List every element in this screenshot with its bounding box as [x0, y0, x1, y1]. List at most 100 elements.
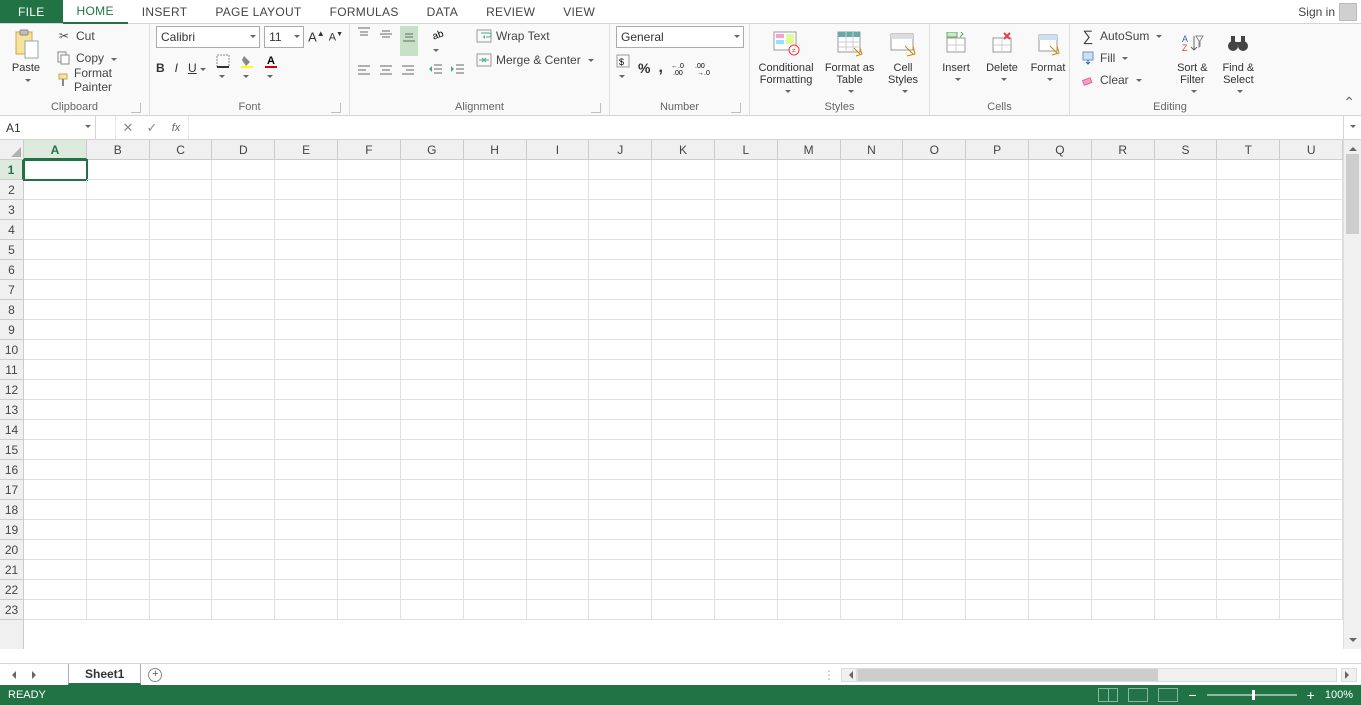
cell[interactable] — [275, 180, 338, 200]
cell[interactable] — [652, 380, 715, 400]
cell[interactable] — [652, 280, 715, 300]
cell[interactable] — [24, 580, 87, 600]
cell[interactable] — [589, 420, 652, 440]
cell[interactable] — [903, 340, 966, 360]
cell[interactable] — [1217, 360, 1280, 380]
column-header[interactable]: C — [150, 140, 213, 159]
cell[interactable] — [527, 300, 590, 320]
cell[interactable] — [150, 540, 213, 560]
enter-formula-button[interactable]: ✓ — [140, 116, 164, 139]
cell[interactable] — [401, 260, 464, 280]
cell[interactable] — [778, 520, 841, 540]
cell[interactable] — [1155, 360, 1218, 380]
cell[interactable] — [338, 520, 401, 540]
orientation-icon[interactable]: ab — [430, 26, 446, 56]
font-launcher[interactable] — [331, 103, 341, 113]
cell[interactable] — [1092, 160, 1155, 180]
align-bottom-icon[interactable] — [400, 26, 418, 56]
cell[interactable] — [464, 300, 527, 320]
cell[interactable] — [1280, 380, 1343, 400]
cell[interactable] — [715, 600, 778, 620]
sheet-nav-prev[interactable] — [0, 664, 24, 685]
cell[interactable] — [841, 500, 904, 520]
cell[interactable] — [1029, 240, 1092, 260]
cell[interactable] — [903, 260, 966, 280]
cell[interactable] — [464, 360, 527, 380]
cell[interactable] — [1029, 320, 1092, 340]
column-header[interactable]: U — [1280, 140, 1343, 159]
cell[interactable] — [1217, 200, 1280, 220]
insert-cells-button[interactable]: Insert — [936, 26, 976, 84]
cell[interactable] — [401, 480, 464, 500]
align-right-icon[interactable] — [400, 62, 416, 78]
cell[interactable] — [1092, 420, 1155, 440]
column-header[interactable]: O — [903, 140, 966, 159]
cell[interactable] — [715, 480, 778, 500]
cell[interactable] — [778, 180, 841, 200]
cell[interactable] — [1029, 520, 1092, 540]
cell[interactable] — [338, 480, 401, 500]
cell[interactable] — [87, 440, 150, 460]
cell[interactable] — [401, 220, 464, 240]
cell[interactable] — [1217, 480, 1280, 500]
cell[interactable] — [1029, 280, 1092, 300]
cell[interactable] — [150, 180, 213, 200]
cell[interactable] — [903, 200, 966, 220]
cell[interactable] — [150, 320, 213, 340]
insert-function-button[interactable]: fx — [164, 116, 188, 139]
cell[interactable] — [1155, 420, 1218, 440]
cell[interactable] — [401, 520, 464, 540]
cell[interactable] — [1092, 300, 1155, 320]
cell[interactable] — [1217, 160, 1280, 180]
cell[interactable] — [150, 440, 213, 460]
cell[interactable] — [1092, 240, 1155, 260]
cell[interactable] — [87, 540, 150, 560]
cell[interactable] — [652, 440, 715, 460]
cells-area[interactable] — [24, 160, 1343, 649]
vertical-scrollbar[interactable] — [1343, 140, 1361, 649]
cell[interactable] — [275, 340, 338, 360]
cell[interactable] — [24, 280, 87, 300]
cell[interactable] — [150, 580, 213, 600]
select-all-button[interactable] — [0, 140, 24, 160]
cell[interactable] — [1155, 180, 1218, 200]
cell[interactable] — [338, 220, 401, 240]
cell[interactable] — [841, 200, 904, 220]
cell[interactable] — [778, 560, 841, 580]
cell[interactable] — [1217, 500, 1280, 520]
cell[interactable] — [212, 180, 275, 200]
cell[interactable] — [338, 280, 401, 300]
expand-formula-bar[interactable] — [1343, 116, 1361, 139]
cell[interactable] — [527, 600, 590, 620]
cell[interactable] — [24, 200, 87, 220]
cell[interactable] — [212, 380, 275, 400]
cell[interactable] — [841, 340, 904, 360]
cell[interactable] — [1280, 540, 1343, 560]
cell[interactable] — [841, 520, 904, 540]
cell[interactable] — [715, 240, 778, 260]
cell[interactable] — [1155, 240, 1218, 260]
cell[interactable] — [527, 420, 590, 440]
cell[interactable] — [401, 300, 464, 320]
column-header[interactable]: T — [1217, 140, 1280, 159]
column-header[interactable]: N — [841, 140, 904, 159]
cell[interactable] — [87, 240, 150, 260]
italic-button[interactable]: I — [175, 61, 178, 75]
cell[interactable] — [589, 280, 652, 300]
cell[interactable] — [1029, 340, 1092, 360]
cell[interactable] — [966, 160, 1029, 180]
cell[interactable] — [1280, 600, 1343, 620]
cell[interactable] — [1280, 240, 1343, 260]
row-header[interactable]: 17 — [0, 480, 23, 500]
cell[interactable] — [1155, 340, 1218, 360]
cell[interactable] — [715, 340, 778, 360]
alignment-launcher[interactable] — [591, 103, 601, 113]
cell[interactable] — [212, 480, 275, 500]
row-header[interactable]: 7 — [0, 280, 23, 300]
cell[interactable] — [778, 220, 841, 240]
zoom-slider[interactable] — [1207, 694, 1297, 696]
cell[interactable] — [652, 600, 715, 620]
cell[interactable] — [589, 200, 652, 220]
cell[interactable] — [778, 440, 841, 460]
cell[interactable] — [1092, 600, 1155, 620]
